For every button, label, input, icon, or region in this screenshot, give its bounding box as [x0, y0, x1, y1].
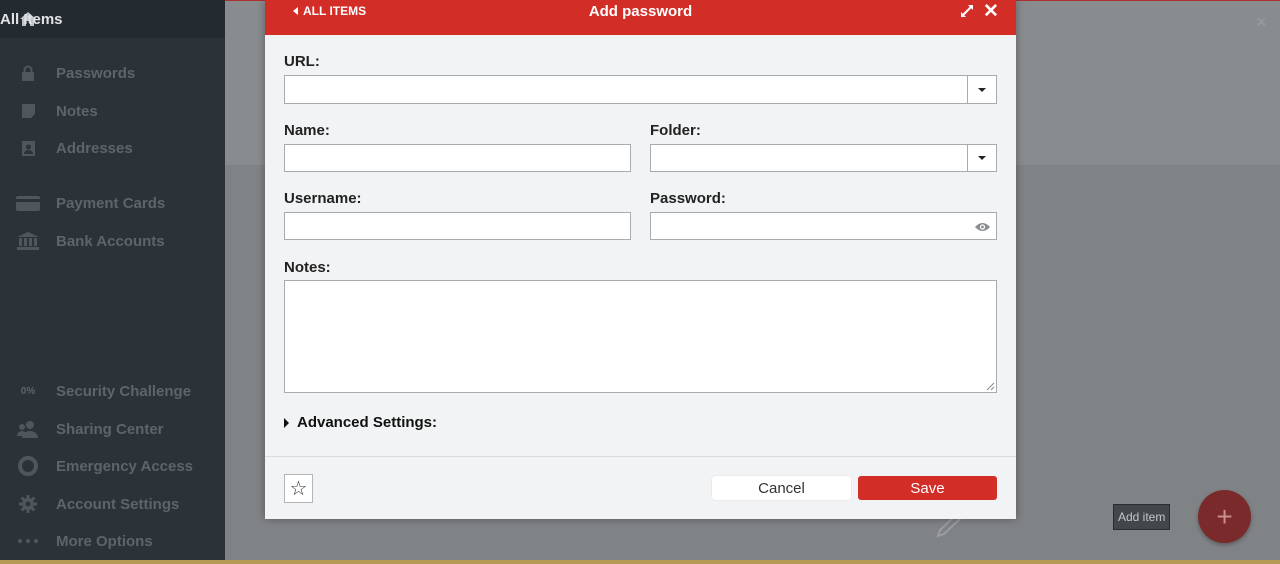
url-label: URL:	[284, 53, 320, 70]
address-card-icon	[0, 140, 56, 157]
folder-dropdown-toggle[interactable]	[967, 145, 996, 171]
url-dropdown-toggle[interactable]	[967, 76, 996, 103]
username-label: Username:	[284, 190, 362, 207]
star-icon: ☆	[289, 477, 308, 500]
notes-textarea[interactable]	[284, 280, 997, 393]
sidebar-item-more-options[interactable]: More Options	[0, 526, 225, 556]
sidebar-item-label: Security Challenge	[56, 382, 192, 400]
lifebuoy-icon	[0, 456, 56, 476]
security-percent-icon: 0%	[0, 386, 56, 397]
credit-card-icon	[0, 195, 56, 211]
sidebar-item-label: Notes	[56, 102, 98, 120]
name-label: Name:	[284, 122, 330, 139]
sharing-icon	[0, 420, 56, 438]
close-icon[interactable]: ✕	[983, 0, 999, 23]
security-score-badge: 0%	[20, 385, 36, 397]
sidebar: All Items Passwords Notes Addresses Paym…	[0, 0, 225, 564]
advanced-settings-label: Advanced Settings:	[297, 414, 438, 431]
add-item-tooltip: Add item	[1113, 504, 1171, 530]
add-password-dialog: ALL ITEMS Add password ✕ URL: Name: Fold…	[265, 0, 1016, 519]
sidebar-item-notes[interactable]: Notes	[0, 96, 225, 126]
background-close-icon[interactable]: ×	[1256, 12, 1267, 33]
name-field[interactable]	[284, 144, 631, 172]
url-field[interactable]	[284, 75, 997, 104]
dialog-title: Add password	[588, 3, 693, 20]
advanced-settings-toggle[interactable]: Advanced Settings:	[284, 414, 437, 431]
eye-icon[interactable]	[974, 221, 991, 233]
caret-right-icon	[284, 417, 289, 428]
resize-handle-icon[interactable]	[986, 382, 995, 391]
sidebar-item-emergency-access[interactable]: Emergency Access	[0, 451, 225, 481]
dialog-header: ALL ITEMS Add password ✕	[265, 0, 1016, 35]
sidebar-item-label: More Options	[56, 532, 153, 550]
save-button[interactable]: Save	[858, 476, 997, 500]
sidebar-item-label: Emergency Access	[56, 457, 194, 475]
password-field[interactable]	[650, 212, 997, 240]
footer-divider	[265, 456, 1016, 457]
notes-label: Notes:	[284, 259, 331, 276]
password-label: Password:	[650, 190, 726, 207]
sidebar-item-passwords[interactable]: Passwords	[0, 58, 225, 88]
sidebar-item-account-settings[interactable]: Account Settings	[0, 489, 225, 519]
expand-icon[interactable]	[960, 4, 974, 18]
note-icon	[0, 103, 56, 119]
folder-select[interactable]	[650, 144, 997, 172]
chevron-down-icon	[978, 87, 986, 92]
sidebar-item-addresses[interactable]: Addresses	[0, 133, 225, 163]
taskbar-strip	[0, 560, 1280, 564]
sidebar-item-label: Passwords	[56, 64, 136, 82]
sidebar-item-label: Account Settings	[56, 495, 180, 513]
sidebar-item-label: Sharing Center	[56, 420, 164, 438]
sidebar-item-payment-cards[interactable]: Payment Cards	[0, 188, 225, 218]
favorite-button[interactable]: ☆	[284, 474, 313, 503]
add-item-button[interactable]: +	[1198, 490, 1251, 543]
sidebar-item-bank-accounts[interactable]: Bank Accounts	[0, 226, 225, 256]
sidebar-item-all-items[interactable]: All Items	[0, 0, 225, 38]
dots-icon	[0, 539, 56, 543]
sidebar-item-label: Payment Cards	[56, 194, 166, 212]
lock-icon	[0, 65, 56, 81]
chevron-down-icon	[978, 156, 986, 160]
sidebar-item-label: Bank Accounts	[56, 232, 165, 250]
sidebar-item-security-challenge[interactable]: 0% Security Challenge	[0, 376, 225, 406]
gear-icon	[0, 494, 56, 514]
sidebar-item-label: Addresses	[56, 139, 133, 157]
sidebar-item-sharing-center[interactable]: Sharing Center	[0, 414, 225, 444]
username-field[interactable]	[284, 212, 631, 240]
folder-label: Folder:	[650, 122, 701, 139]
sidebar-item-label: All Items	[0, 10, 63, 28]
bank-icon	[0, 232, 56, 250]
cancel-button[interactable]: Cancel	[712, 476, 851, 500]
